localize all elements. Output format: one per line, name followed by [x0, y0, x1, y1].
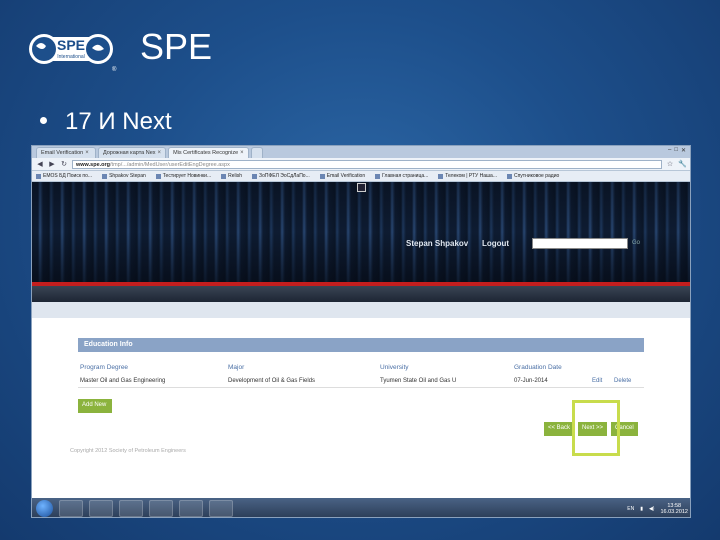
page-content: Education Info Program Degree Major Univ…	[32, 318, 690, 478]
svg-text:International: International	[57, 54, 85, 60]
bookmark-icon	[155, 173, 161, 179]
new-tab-button[interactable]	[250, 147, 263, 158]
bookmark-icon	[319, 173, 325, 179]
notepad-app-icon[interactable]	[119, 500, 143, 517]
svg-text:®: ®	[112, 66, 117, 73]
window-controls: – □ ✕	[668, 147, 686, 158]
svg-text:SPE: SPE	[57, 37, 85, 53]
url-input[interactable]: www.spe.org/tmp/.../admin/MedUser/userEd…	[72, 159, 662, 169]
site-header: Stepan Shpakov Logout Go	[32, 182, 690, 302]
bookmarks-bar: EMOS БД Поиск по... Shpakov Stepan Тести…	[32, 171, 690, 182]
slide-bullet: 17 И Next	[40, 108, 172, 136]
minimize-icon[interactable]: –	[668, 147, 671, 158]
opera-app-icon[interactable]	[89, 500, 113, 517]
powerpoint-app-icon[interactable]	[149, 500, 173, 517]
column-header: Program Degree	[80, 364, 129, 371]
tab-close-icon[interactable]: ×	[85, 150, 89, 156]
bookmark-icon	[375, 173, 381, 179]
back-arrow-icon[interactable]: ◀	[36, 160, 44, 168]
bookmark-item[interactable]: Email Verification	[319, 173, 365, 179]
logout-link[interactable]: Logout	[482, 239, 509, 248]
bullet-text: 17 И Next	[65, 108, 172, 135]
star-icon[interactable]: ☆	[666, 160, 674, 168]
column-header: Graduation Date	[514, 364, 562, 371]
tab-close-icon[interactable]: ×	[158, 150, 162, 156]
add-new-button[interactable]: Add New	[78, 399, 112, 413]
forward-arrow-icon[interactable]: ▶	[48, 160, 56, 168]
bookmark-icon	[102, 173, 108, 179]
column-header: Major	[228, 364, 245, 371]
education-section-header: Education Info	[78, 338, 644, 352]
wrench-icon[interactable]: 🔧	[678, 160, 687, 168]
slide: SPE International ® SPE 17 И Next Email …	[0, 0, 720, 540]
bookmark-item[interactable]: ЗоПФЕЛ ЭоСдЛаПо...	[252, 173, 310, 179]
language-indicator[interactable]: EN	[627, 506, 634, 512]
browser-tab[interactable]: Email Verification ×	[36, 147, 96, 158]
browser-tab[interactable]: Дорожная карта Nex ×	[98, 147, 167, 158]
next-button-highlight	[572, 400, 620, 456]
address-bar: ◀ ▶ ↻ www.spe.org/tmp/.../admin/MedUser/…	[32, 158, 690, 171]
column-header: University	[380, 364, 409, 371]
bookmark-icon	[438, 173, 444, 179]
graduation-date-cell: 07-Jun-2014	[514, 378, 548, 384]
chrome-app-icon[interactable]	[59, 500, 83, 517]
bookmark-item[interactable]: Shpakov Stepan	[102, 173, 146, 179]
copyright-text: Copyright 2012 Society of Petroleum Engi…	[70, 448, 186, 454]
bookmark-item[interactable]: Спутниковое радио	[506, 173, 559, 179]
close-window-icon[interactable]: ✕	[681, 147, 686, 158]
bookmark-item[interactable]: EMOS БД Поиск по...	[36, 173, 92, 179]
network-icon[interactable]: ▮	[640, 506, 643, 512]
bookmark-icon	[252, 173, 258, 179]
folder-app-icon[interactable]	[179, 500, 203, 517]
browser-tab-active[interactable]: Mis Certificates Recognize ×	[168, 147, 249, 158]
bookmark-item[interactable]: Телеком | РТУ Наша...	[438, 173, 497, 179]
bookmark-icon	[221, 173, 227, 179]
tab-close-icon[interactable]: ×	[240, 150, 244, 156]
bookmark-item[interactable]: Тестирует Новинки...	[155, 173, 211, 179]
start-button[interactable]	[36, 500, 53, 517]
broken-image-icon	[357, 183, 366, 192]
site-search-input[interactable]	[532, 238, 628, 249]
slide-title: SPE	[140, 26, 213, 67]
browser-screenshot: Email Verification × Дорожная карта Nex × …	[31, 145, 691, 518]
clock[interactable]: 13:58 16.03.2012	[660, 503, 688, 515]
bookmark-icon	[506, 173, 512, 179]
bookmark-item[interactable]: Главная страница...	[375, 173, 428, 179]
search-go-button[interactable]: Go	[632, 240, 640, 246]
bookmark-item[interactable]: Relish	[221, 173, 242, 179]
windows-taskbar: EN ▮ ◀) 13:58 16.03.2012	[32, 498, 690, 517]
reload-icon[interactable]: ↻	[60, 160, 68, 168]
volume-icon[interactable]: ◀)	[649, 506, 655, 512]
major-cell: Development of Oil & Gas Fields	[228, 378, 316, 384]
table-row: Master Oil and Gas Engineering Developme…	[78, 378, 644, 388]
browser-tabstrip: Email Verification × Дорожная карта Nex × …	[32, 146, 690, 158]
maximize-icon[interactable]: □	[674, 147, 678, 158]
back-button[interactable]: << Back	[544, 422, 575, 436]
user-name-link[interactable]: Stepan Shpakov	[406, 239, 468, 248]
delete-link[interactable]: Delete	[614, 378, 631, 384]
system-tray: EN ▮ ◀) 13:58 16.03.2012	[627, 503, 688, 515]
bookmark-icon	[36, 173, 41, 179]
page-bottom	[32, 478, 690, 498]
bullet-dot	[40, 117, 47, 125]
skype-app-icon[interactable]	[209, 500, 233, 517]
header-nav-band	[32, 286, 690, 302]
edit-link[interactable]: Edit	[592, 378, 602, 384]
university-cell: Tyumen State Oil and Gas U	[380, 378, 457, 384]
header-banner	[32, 182, 690, 282]
degree-cell: Master Oil and Gas Engineering	[80, 378, 166, 384]
spe-logo: SPE International ®	[29, 34, 117, 73]
